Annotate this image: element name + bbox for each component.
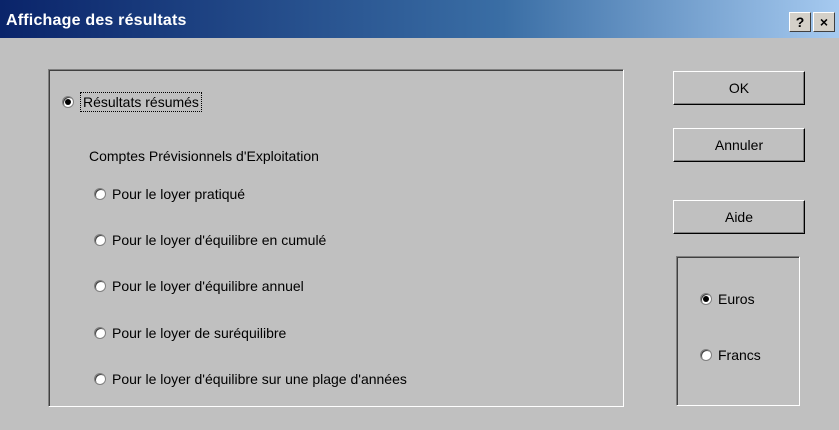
currency-group	[676, 256, 800, 406]
help-button[interactable]: Aide	[673, 200, 805, 234]
window-title: Affichage des résultats	[6, 12, 187, 29]
ok-button-label: OK	[728, 80, 750, 96]
radio-currency-francs[interactable]: Francs	[700, 347, 761, 363]
help-title-button[interactable]: ?	[789, 12, 811, 32]
radio-option-equilibre-annuel[interactable]: Pour le loyer d'équilibre annuel	[94, 278, 304, 294]
radio-checked-icon[interactable]	[700, 293, 712, 305]
cancel-button-label: Annuler	[714, 137, 764, 153]
radio-unchecked-icon[interactable]	[94, 280, 106, 292]
radio-checked-icon[interactable]	[62, 96, 74, 108]
option-label: Pour le loyer pratiqué	[112, 186, 246, 202]
radio-option-surequilibre[interactable]: Pour le loyer de suréquilibre	[94, 325, 286, 341]
euros-label: Euros	[718, 291, 755, 307]
option-label: Pour le loyer d'équilibre sur une plage …	[112, 371, 407, 387]
radio-summary-results[interactable]: Résultats résumés	[62, 92, 202, 112]
radio-option-equilibre-cumule[interactable]: Pour le loyer d'équilibre en cumulé	[94, 232, 326, 248]
title-bar[interactable]: Affichage des résultats ? ×	[0, 0, 839, 38]
radio-unchecked-icon[interactable]	[94, 327, 106, 339]
cancel-button[interactable]: Annuler	[673, 128, 805, 162]
section-heading: Comptes Prévisionnels d'Exploitation	[89, 148, 319, 164]
radio-unchecked-icon[interactable]	[94, 234, 106, 246]
francs-label: Francs	[718, 347, 761, 363]
option-label: Pour le loyer d'équilibre annuel	[112, 278, 304, 294]
radio-option-loyer-pratique[interactable]: Pour le loyer pratiqué	[94, 186, 245, 202]
option-label: Pour le loyer d'équilibre en cumulé	[112, 232, 327, 248]
ok-button[interactable]: OK	[673, 71, 805, 105]
help-button-label: Aide	[724, 209, 754, 225]
summary-results-label: Résultats résumés	[80, 92, 202, 112]
radio-unchecked-icon[interactable]	[94, 373, 106, 385]
radio-unchecked-icon[interactable]	[94, 188, 106, 200]
radio-unchecked-icon[interactable]	[700, 349, 712, 361]
radio-currency-euros[interactable]: Euros	[700, 291, 755, 307]
option-label: Pour le loyer de suréquilibre	[112, 325, 287, 341]
radio-option-plage-annees[interactable]: Pour le loyer d'équilibre sur une plage …	[94, 371, 407, 387]
close-title-button[interactable]: ×	[813, 12, 835, 32]
